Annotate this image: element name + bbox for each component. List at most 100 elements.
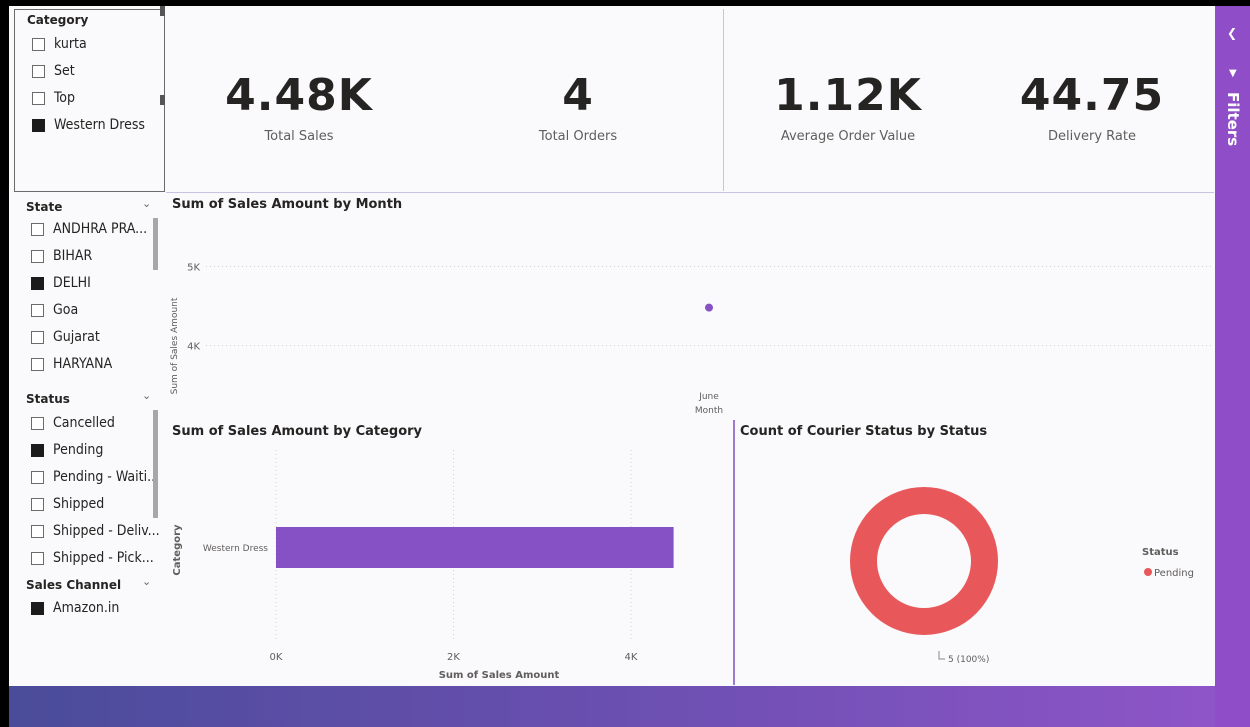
option-label: Shipped - Pick... bbox=[53, 550, 154, 566]
y-tick-label: 5K bbox=[187, 263, 200, 274]
status-chart[interactable]: 5 (100%) Status Pending bbox=[735, 440, 1214, 685]
status-slicer-title: Status bbox=[26, 392, 70, 406]
chevron-down-icon[interactable]: ⌄ bbox=[142, 197, 151, 210]
state-slicer[interactable]: State ⌄ ANDHRA PRA... BIHAR DELHI Goa Gujara… bbox=[14, 196, 165, 382]
data-label-leader bbox=[938, 651, 945, 660]
status-chart-title: Count of Courier Status by Status bbox=[740, 424, 988, 439]
status-scrollbar[interactable] bbox=[153, 410, 158, 518]
x-tick-label: 2K bbox=[447, 652, 460, 663]
status-option[interactable]: Pending bbox=[31, 440, 103, 460]
bar bbox=[276, 527, 674, 568]
donut-slice bbox=[850, 487, 998, 635]
status-option[interactable]: Shipped - Pick... bbox=[31, 548, 154, 568]
status-option[interactable]: Pending - Waiti... bbox=[31, 467, 159, 487]
option-label: Cancelled bbox=[53, 415, 115, 431]
checkbox[interactable] bbox=[31, 222, 44, 236]
state-slicer-title: State bbox=[26, 200, 63, 214]
checkbox[interactable] bbox=[31, 551, 44, 565]
category-option[interactable]: Set bbox=[32, 61, 75, 81]
checkbox[interactable] bbox=[32, 37, 45, 51]
checkbox[interactable] bbox=[31, 443, 44, 457]
x-tick-label: 4K bbox=[625, 652, 638, 663]
kpi-label: Total Orders bbox=[538, 129, 618, 144]
y-axis-label: Sum of Sales Amount bbox=[170, 297, 180, 394]
checkbox[interactable] bbox=[31, 357, 44, 371]
kpi-value: 4.48K bbox=[225, 70, 373, 121]
option-label: Goa bbox=[53, 302, 79, 318]
status-option[interactable]: Cancelled bbox=[31, 413, 115, 433]
status-option[interactable]: Shipped bbox=[31, 494, 104, 514]
kpi-label: Average Order Value bbox=[780, 129, 916, 144]
option-label: Gujarat bbox=[53, 329, 100, 345]
status-slicer[interactable]: Status ⌄ Cancelled Pending Pending - Waiti… bbox=[14, 388, 165, 570]
filters-pane-label[interactable]: Filters bbox=[1224, 92, 1242, 146]
state-scrollbar[interactable] bbox=[153, 218, 158, 270]
option-label: kurta bbox=[54, 36, 87, 52]
kpi-value: 44.75 bbox=[1019, 70, 1165, 121]
section-divider bbox=[166, 192, 1214, 193]
option-label: Shipped bbox=[53, 496, 105, 512]
y-axis-label: Category bbox=[172, 524, 183, 576]
option-label: Top bbox=[54, 90, 76, 106]
resize-handle[interactable] bbox=[160, 6, 165, 16]
option-label: Pending - Waiti... bbox=[53, 469, 160, 485]
category-option[interactable]: Western Dress bbox=[32, 115, 145, 135]
category-option[interactable]: kurta bbox=[32, 34, 87, 54]
option-label: Set bbox=[54, 63, 75, 79]
checkbox[interactable] bbox=[31, 276, 44, 290]
x-tick-label: 0K bbox=[270, 652, 283, 663]
option-label: BIHAR bbox=[53, 248, 93, 264]
checkbox[interactable] bbox=[31, 601, 44, 615]
state-option[interactable]: ANDHRA PRA... bbox=[31, 219, 147, 239]
kpi-value: 1.12K bbox=[774, 70, 922, 121]
filters-pane[interactable]: ❮ ▼ Filters bbox=[1215, 6, 1250, 727]
checkbox[interactable] bbox=[32, 91, 45, 105]
checkbox[interactable] bbox=[31, 497, 44, 511]
x-tick-label: June bbox=[698, 392, 719, 402]
state-option[interactable]: Goa bbox=[31, 300, 78, 320]
y-tick-label: 4K bbox=[187, 342, 200, 353]
checkbox[interactable] bbox=[31, 524, 44, 538]
checkbox[interactable] bbox=[31, 470, 44, 484]
category-slicer[interactable]: Category kurta Set Top Western Dress bbox=[14, 9, 165, 192]
checkbox[interactable] bbox=[31, 416, 44, 430]
chevron-down-icon[interactable]: ⌄ bbox=[142, 575, 151, 588]
month-chart-title: Sum of Sales Amount by Month bbox=[172, 197, 403, 212]
kpi-value: 4 bbox=[562, 70, 594, 121]
checkbox[interactable] bbox=[32, 118, 45, 132]
category-option[interactable]: Top bbox=[32, 88, 75, 108]
checkbox[interactable] bbox=[31, 249, 44, 263]
option-label: Pending bbox=[53, 442, 104, 458]
category-chart[interactable]: 0K 2K 4K Western Dress Category Sum of Sales … bbox=[166, 440, 732, 685]
data-point bbox=[705, 303, 713, 312]
status-option[interactable]: Shipped - Deliv... bbox=[31, 521, 160, 541]
option-label: Amazon.in bbox=[53, 600, 120, 616]
chevron-down-icon[interactable]: ⌄ bbox=[142, 389, 151, 402]
option-label: DELHI bbox=[53, 275, 91, 291]
legend-marker bbox=[1144, 568, 1152, 576]
resize-handle[interactable] bbox=[160, 95, 165, 105]
state-option[interactable]: HARYANA bbox=[31, 354, 112, 374]
report-footer-band bbox=[9, 686, 1215, 727]
state-option[interactable]: DELHI bbox=[31, 273, 91, 293]
x-axis-label: Month bbox=[695, 406, 723, 416]
option-label: Western Dress bbox=[54, 117, 145, 133]
sales-channel-slicer[interactable]: Sales Channel ⌄ Amazon.in bbox=[14, 574, 165, 634]
state-option[interactable]: Gujarat bbox=[31, 327, 100, 347]
funnel-icon: ▼ bbox=[1229, 68, 1237, 79]
kpi-label: Delivery Rate bbox=[1048, 129, 1136, 144]
sales-channel-option[interactable]: Amazon.in bbox=[31, 598, 119, 618]
checkbox[interactable] bbox=[31, 330, 44, 344]
state-option[interactable]: BIHAR bbox=[31, 246, 92, 266]
option-label: ANDHRA PRA... bbox=[53, 221, 148, 237]
checkbox[interactable] bbox=[31, 303, 44, 317]
month-chart[interactable]: 5K 4K Sum of Sales Amount June Month bbox=[166, 215, 1214, 420]
chevron-left-icon[interactable]: ❮ bbox=[1227, 26, 1237, 40]
legend-label: Pending bbox=[1154, 568, 1194, 579]
category-chart-title: Sum of Sales Amount by Category bbox=[172, 424, 423, 439]
category-slicer-title: Category bbox=[27, 13, 89, 27]
legend-title: Status bbox=[1142, 547, 1179, 558]
data-label: 5 (100%) bbox=[948, 655, 989, 665]
y-tick-label: Western Dress bbox=[203, 544, 268, 554]
checkbox[interactable] bbox=[32, 64, 45, 78]
